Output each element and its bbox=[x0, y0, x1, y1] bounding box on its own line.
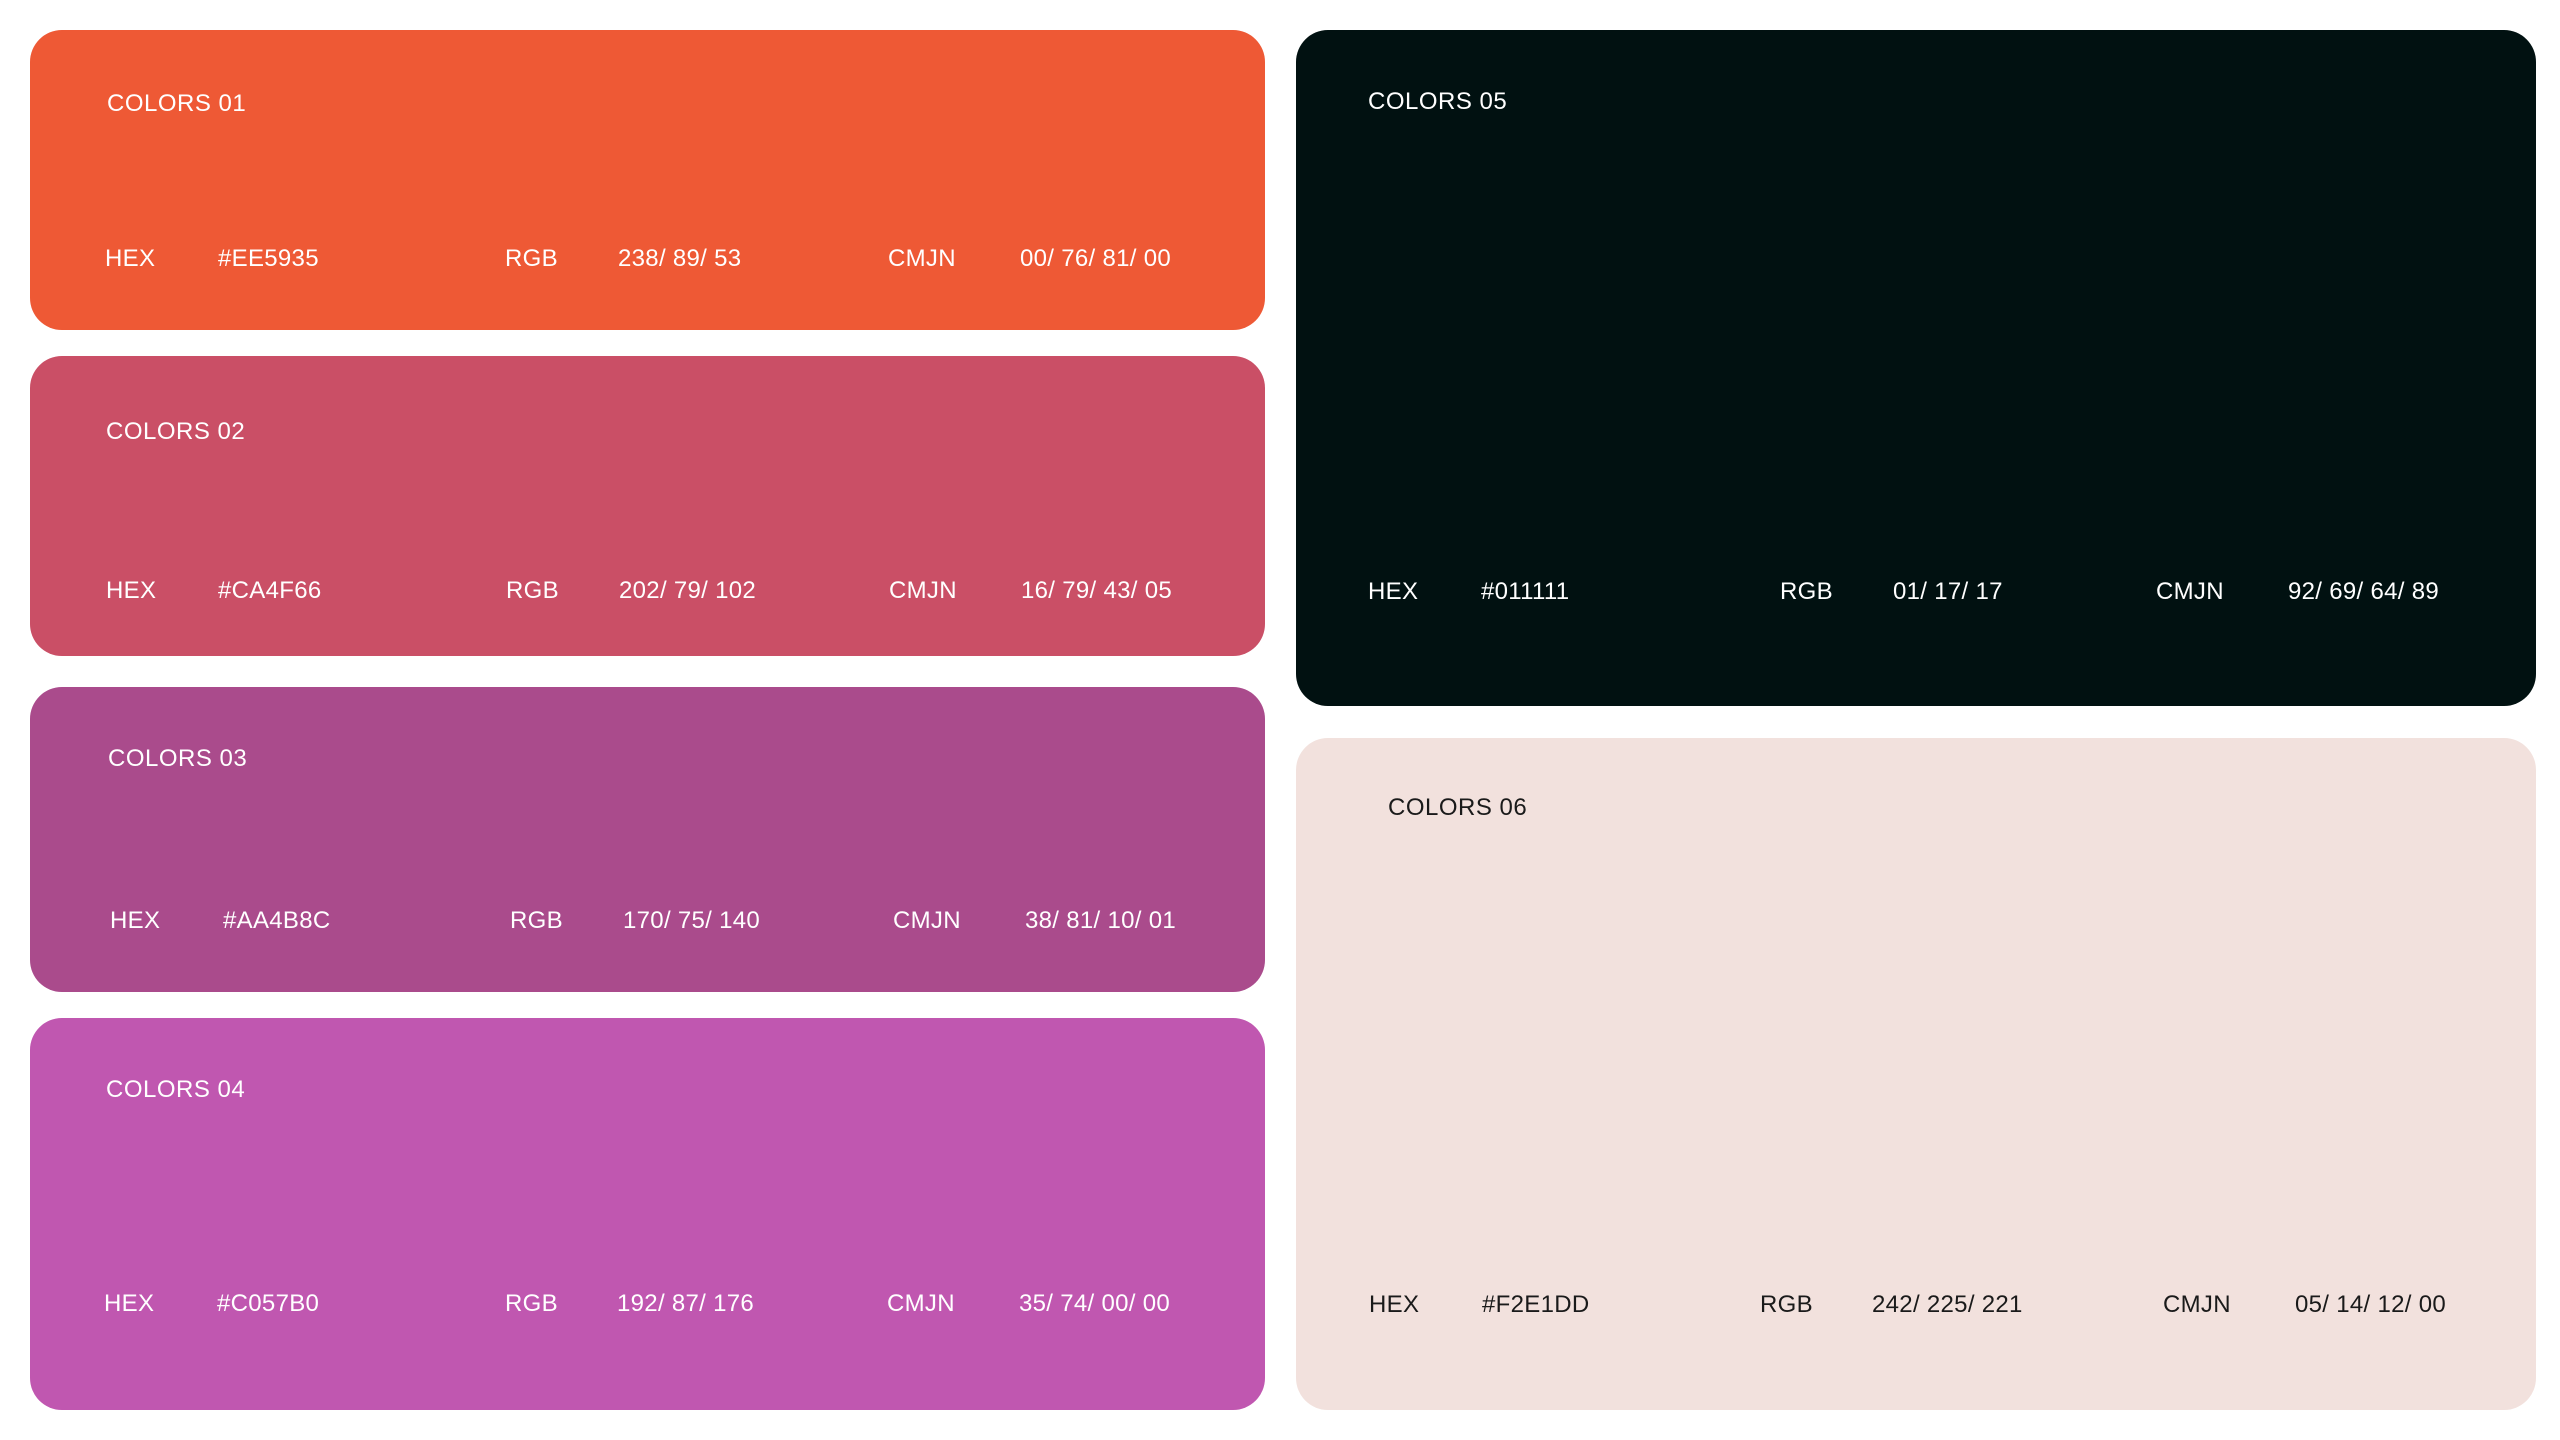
cmjn-label: CMJN bbox=[888, 245, 956, 272]
hex-label: HEX bbox=[105, 245, 156, 272]
hex-value: #EE5935 bbox=[218, 245, 319, 272]
rgb-value: 242/ 225/ 221 bbox=[1872, 1291, 2023, 1318]
hex-label: HEX bbox=[1369, 1291, 1420, 1318]
color-swatch-01: COLORS 01 HEX #EE5935 RGB 238/ 89/ 53 CM… bbox=[30, 30, 1265, 330]
cmjn-value: 35/ 74/ 00/ 00 bbox=[1019, 1290, 1170, 1317]
color-swatch-05: COLORS 05 HEX #011111 RGB 01/ 17/ 17 CMJ… bbox=[1296, 30, 2536, 706]
cmjn-label: CMJN bbox=[2163, 1291, 2231, 1318]
rgb-value: 202/ 79/ 102 bbox=[619, 577, 757, 604]
rgb-label: RGB bbox=[505, 1290, 558, 1317]
cmjn-value: 05/ 14/ 12/ 00 bbox=[2295, 1291, 2446, 1318]
rgb-label: RGB bbox=[1760, 1291, 1813, 1318]
hex-value: #011111 bbox=[1481, 578, 1570, 605]
cmjn-value: 00/ 76/ 81/ 00 bbox=[1020, 245, 1171, 272]
hex-value: #AA4B8C bbox=[223, 907, 331, 934]
cmjn-label: CMJN bbox=[2156, 578, 2224, 605]
rgb-value: 170/ 75/ 140 bbox=[623, 907, 761, 934]
swatch-title: COLORS 01 bbox=[107, 90, 247, 117]
rgb-value: 238/ 89/ 53 bbox=[618, 245, 742, 272]
color-swatch-03: COLORS 03 HEX #AA4B8C RGB 170/ 75/ 140 C… bbox=[30, 687, 1265, 992]
rgb-value: 192/ 87/ 176 bbox=[617, 1290, 755, 1317]
hex-label: HEX bbox=[110, 907, 161, 934]
hex-value: #F2E1DD bbox=[1482, 1291, 1590, 1318]
cmjn-label: CMJN bbox=[887, 1290, 955, 1317]
cmjn-value: 92/ 69/ 64/ 89 bbox=[2288, 578, 2439, 605]
color-swatch-06: COLORS 06 HEX #F2E1DD RGB 242/ 225/ 221 … bbox=[1296, 738, 2536, 1410]
swatch-title: COLORS 05 bbox=[1368, 88, 1508, 115]
hex-label: HEX bbox=[106, 577, 157, 604]
swatch-title: COLORS 03 bbox=[108, 745, 248, 772]
swatch-title: COLORS 02 bbox=[106, 418, 246, 445]
rgb-value: 01/ 17/ 17 bbox=[1893, 578, 2003, 605]
swatch-title: COLORS 04 bbox=[106, 1076, 246, 1103]
color-swatch-04: COLORS 04 HEX #C057B0 RGB 192/ 87/ 176 C… bbox=[30, 1018, 1265, 1410]
rgb-label: RGB bbox=[510, 907, 563, 934]
hex-label: HEX bbox=[104, 1290, 155, 1317]
rgb-label: RGB bbox=[506, 577, 559, 604]
rgb-label: RGB bbox=[1780, 578, 1833, 605]
swatch-title: COLORS 06 bbox=[1388, 794, 1528, 821]
hex-label: HEX bbox=[1368, 578, 1419, 605]
hex-value: #C057B0 bbox=[217, 1290, 320, 1317]
rgb-label: RGB bbox=[505, 245, 558, 272]
cmjn-value: 16/ 79/ 43/ 05 bbox=[1021, 577, 1172, 604]
cmjn-label: CMJN bbox=[889, 577, 957, 604]
color-swatch-02: COLORS 02 HEX #CA4F66 RGB 202/ 79/ 102 C… bbox=[30, 356, 1265, 656]
hex-value: #CA4F66 bbox=[218, 577, 322, 604]
cmjn-value: 38/ 81/ 10/ 01 bbox=[1025, 907, 1176, 934]
cmjn-label: CMJN bbox=[893, 907, 961, 934]
